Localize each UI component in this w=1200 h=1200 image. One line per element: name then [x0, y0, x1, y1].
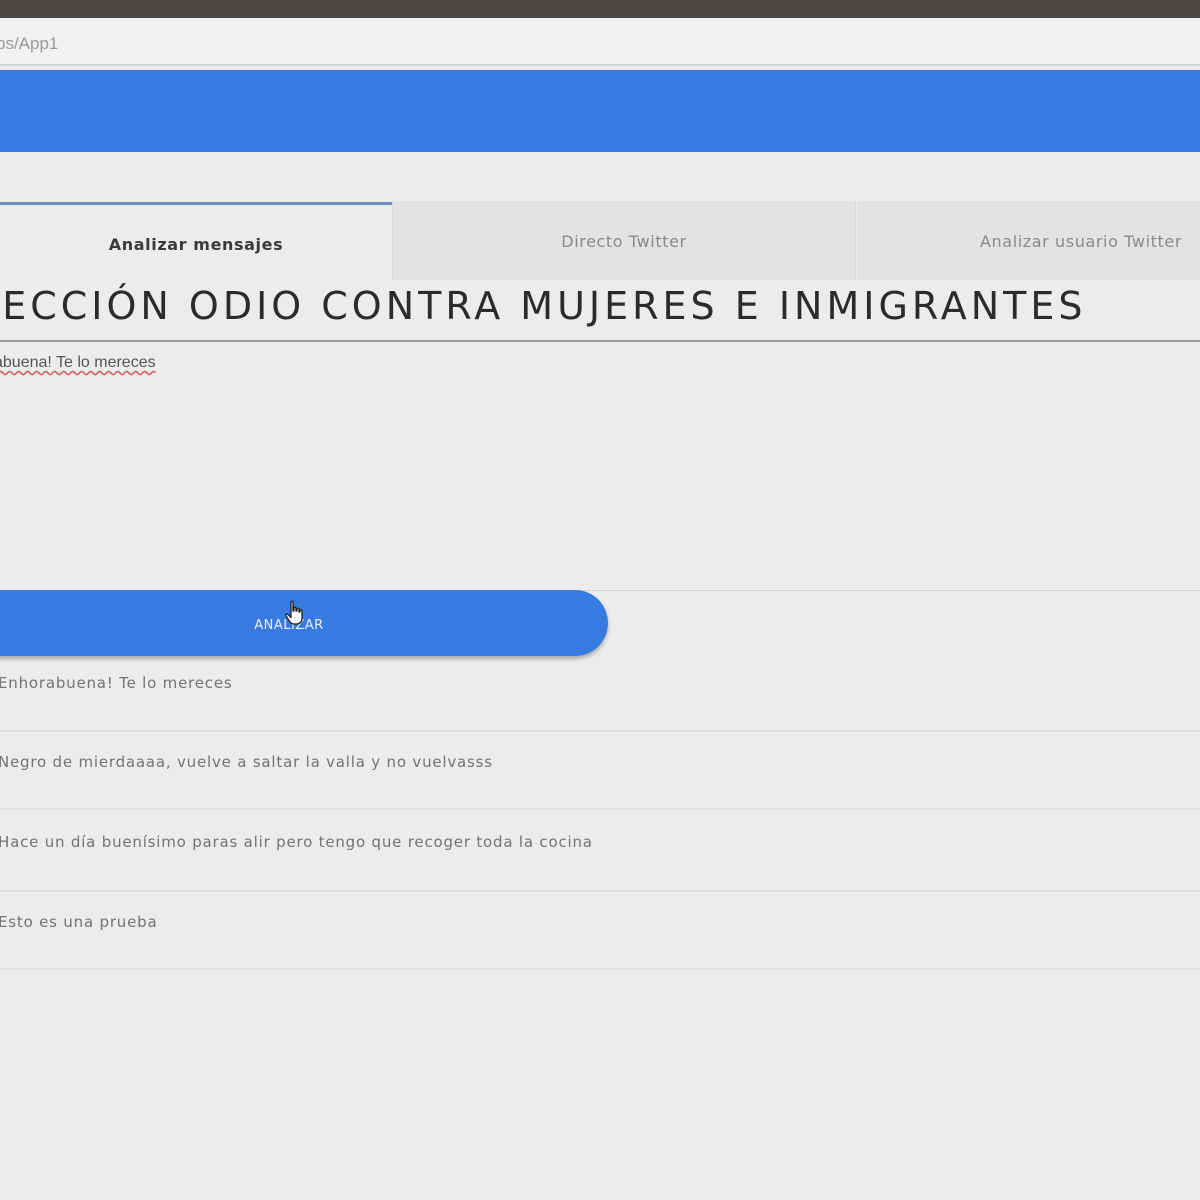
- window-frame: [0, 0, 1200, 18]
- list-item: Enhorabuena! Te lo mereces: [0, 656, 1200, 732]
- tab-bar: Analizar mensajes Directo Twitter Analiz…: [0, 202, 1200, 280]
- tab-analizar-mensajes[interactable]: Analizar mensajes: [0, 202, 392, 280]
- page-title: TECCIÓN ODIO CONTRA MUJERES E INMIGRANTE…: [0, 279, 1200, 342]
- list-item-text: Esto es una prueba: [0, 913, 158, 931]
- list-item-text: Negro de mierdaaaa, vuelve a saltar la v…: [0, 753, 493, 771]
- app-header-bar: [0, 70, 1200, 152]
- results-list: Enhorabuena! Te lo mereces Negro de mier…: [0, 656, 1200, 970]
- list-item: Esto es una prueba: [0, 892, 1200, 970]
- tab-directo-twitter[interactable]: Directo Twitter: [392, 202, 856, 280]
- list-item-text: Enhorabuena! Te lo mereces: [0, 674, 233, 692]
- hand-pointer-icon: [285, 600, 303, 625]
- address-url[interactable]: ps/App1: [0, 34, 58, 54]
- tab-analizar-usuario-twitter[interactable]: Analizar usuario Twitter: [857, 202, 1200, 280]
- message-input[interactable]: abuena! Te lo mereces: [0, 348, 1200, 591]
- list-item: Hace un día buenísimo paras alir pero te…: [0, 810, 1200, 892]
- address-bar[interactable]: ps/App1: [0, 18, 1200, 66]
- list-item: Negro de mierdaaaa, vuelve a saltar la v…: [0, 732, 1200, 810]
- list-item-text: Hace un día buenísimo paras alir pero te…: [0, 833, 593, 851]
